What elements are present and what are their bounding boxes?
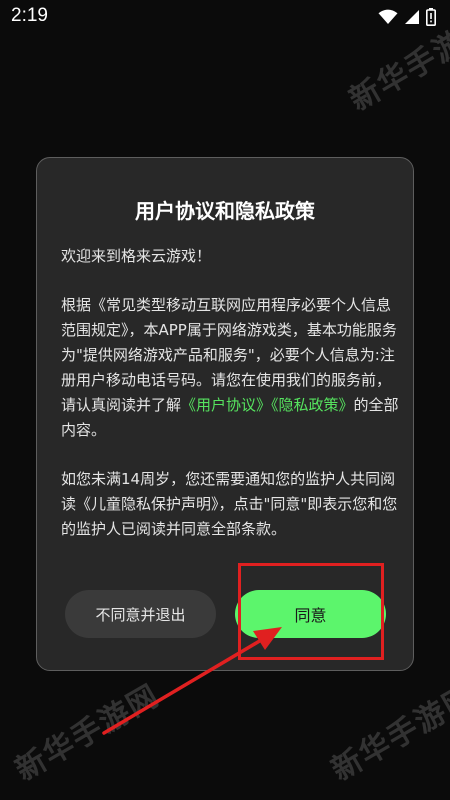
annotation-arrow-icon bbox=[102, 627, 282, 735]
